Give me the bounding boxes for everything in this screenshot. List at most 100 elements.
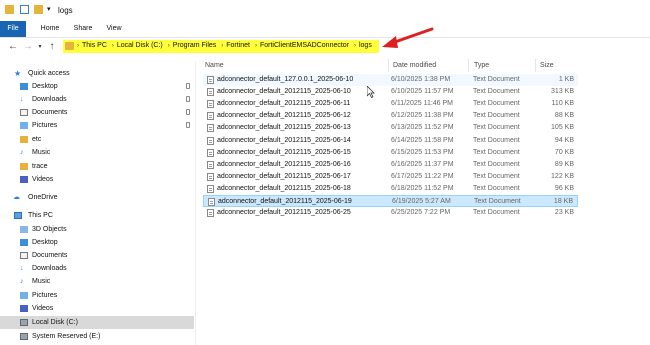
- sidebar-item-label: Desktop: [32, 239, 58, 246]
- documents-icon: [20, 252, 28, 259]
- file-row[interactable]: adconnector_default_2012115_2025-06-17 6/…: [203, 171, 578, 183]
- column-divider[interactable]: [388, 59, 389, 72]
- music-icon: ♪: [20, 278, 24, 285]
- checkbox-icon[interactable]: [20, 5, 29, 14]
- text-file-icon: [207, 148, 214, 157]
- crumb-fortinet[interactable]: Fortinet: [226, 42, 250, 49]
- sidebar-item-videos[interactable]: Videos: [0, 173, 194, 186]
- recent-dropdown-icon[interactable]: ▾: [34, 41, 46, 53]
- text-file-icon: [207, 160, 214, 169]
- tab-file[interactable]: File: [0, 21, 26, 37]
- up-arrow-icon[interactable]: ↑: [46, 41, 58, 53]
- file-date: 6/15/2025 11:53 PM: [391, 148, 454, 156]
- crumb-forticlient[interactable]: FortiClientEMSADConnector: [260, 42, 349, 49]
- file-row[interactable]: adconnector_default_2012115_2025-06-19 6/…: [203, 195, 578, 207]
- documents-icon: [20, 109, 28, 116]
- crumb-local-disk[interactable]: Local Disk (C:): [117, 42, 163, 49]
- desktop-icon: [20, 239, 28, 246]
- drive-icon: [20, 319, 28, 326]
- sidebar-item-documents[interactable]: Documents: [0, 106, 194, 119]
- sidebar-item-label: etc: [32, 136, 42, 143]
- file-row[interactable]: adconnector_default_2012115_2025-06-16 6/…: [203, 159, 578, 171]
- file-row[interactable]: adconnector_default_2012115_2025-06-15 6/…: [203, 147, 578, 159]
- file-name: adconnector_default_127.0.0.1_2025-06-10: [217, 76, 354, 83]
- pin-icon[interactable]: [186, 109, 190, 115]
- text-file-icon: [208, 198, 215, 206]
- folder-icon: [20, 163, 28, 170]
- folder-icon: [65, 42, 74, 50]
- sidebar-item-label: Pictures: [32, 292, 58, 299]
- star-icon: ★: [14, 69, 22, 78]
- column-divider[interactable]: [468, 59, 469, 72]
- sidebar-item-downloads[interactable]: ↓ Downloads: [0, 93, 194, 106]
- file-row[interactable]: adconnector_default_2012115_2025-06-14 6/…: [203, 135, 578, 147]
- file-type: Text Document: [473, 172, 520, 180]
- column-divider[interactable]: [535, 59, 536, 72]
- computer-icon: [14, 212, 22, 219]
- tab-view[interactable]: View: [103, 21, 125, 37]
- navigation-pane: ★ Quick access Desktop ↓ Downloads Docum…: [0, 62, 196, 345]
- crumb-this-pc[interactable]: This PC: [82, 42, 107, 49]
- file-row[interactable]: adconnector_default_2012115_2025-06-12 6/…: [203, 110, 578, 122]
- file-size: 89 KB: [554, 160, 574, 168]
- file-row[interactable]: adconnector_default_2012115_2025-06-11 6/…: [203, 98, 578, 110]
- crumb-program-files[interactable]: Program Files: [173, 42, 217, 49]
- forward-arrow-icon[interactable]: →: [22, 41, 34, 53]
- file-name: adconnector_default_2012115_2025-06-25: [217, 209, 351, 217]
- file-date: 6/17/2025 11:22 PM: [391, 172, 454, 180]
- text-file-icon: [207, 100, 214, 109]
- column-header-type[interactable]: Type: [474, 59, 489, 72]
- text-file-icon: [207, 209, 214, 218]
- sidebar-item-etc[interactable]: etc: [0, 133, 194, 146]
- column-header-size[interactable]: Size: [540, 59, 554, 72]
- sidebar-item-pc-documents[interactable]: Documents: [0, 249, 194, 262]
- pin-icon[interactable]: [186, 83, 190, 89]
- text-file-icon: [207, 184, 214, 193]
- sidebar-item-music[interactable]: ♪ Music: [0, 146, 194, 159]
- title-bar: ▾ logs: [0, 0, 650, 21]
- sidebar-item-this-pc[interactable]: This PC: [0, 209, 194, 222]
- sidebar-item-local-disk[interactable]: Local Disk (C:): [0, 316, 194, 329]
- sidebar-item-onedrive[interactable]: ☁ OneDrive: [0, 191, 194, 204]
- sidebar-item-pc-music[interactable]: ♪ Music: [0, 275, 194, 288]
- dropdown-icon[interactable]: ▾: [47, 5, 51, 13]
- file-size: 122 KB: [551, 172, 574, 180]
- back-arrow-icon[interactable]: ←: [7, 41, 19, 53]
- address-bar[interactable]: › This PC › Local Disk (C:) › Program Files…: [63, 40, 379, 53]
- breadcrumb: › This PC › Local Disk (C:) › Program Files…: [77, 42, 375, 49]
- sidebar-item-pictures[interactable]: Pictures: [0, 119, 194, 132]
- column-header-name[interactable]: Name: [205, 59, 224, 72]
- sidebar-item-pc-videos[interactable]: Videos: [0, 302, 194, 315]
- sidebar-item-label: Documents: [32, 109, 68, 116]
- pin-icon[interactable]: [186, 96, 190, 102]
- tab-share[interactable]: Share: [71, 21, 95, 37]
- sidebar-item-pc-downloads[interactable]: ↓ Downloads: [0, 262, 194, 275]
- file-row[interactable]: adconnector_default_2012115_2025-06-13 6/…: [203, 122, 578, 134]
- file-type: Text Document: [473, 184, 520, 192]
- sidebar-item-trace[interactable]: trace: [0, 160, 194, 173]
- text-file-icon: [207, 136, 214, 145]
- chevron-right-icon: ›: [353, 43, 356, 49]
- file-row[interactable]: adconnector_default_127.0.0.1_2025-06-10…: [203, 74, 578, 86]
- sidebar-item-desktop[interactable]: Desktop: [0, 80, 194, 93]
- sidebar-item-quick-access[interactable]: ★ Quick access: [0, 67, 194, 80]
- file-date: 6/11/2025 11:46 PM: [391, 100, 454, 108]
- sidebar-item-pc-pictures[interactable]: Pictures: [0, 289, 194, 302]
- column-header-date[interactable]: Date modified: [393, 59, 436, 72]
- pin-icon[interactable]: [186, 122, 190, 128]
- file-size: 105 KB: [551, 124, 574, 132]
- file-type: Text Document: [473, 88, 520, 96]
- tab-home[interactable]: Home: [38, 21, 62, 37]
- file-row[interactable]: adconnector_default_2012115_2025-06-18 6/…: [203, 183, 578, 195]
- sidebar-item-system-reserved[interactable]: System Reserved (E:): [0, 330, 194, 343]
- sidebar-item-label: Downloads: [32, 96, 67, 103]
- drive-icon: [20, 333, 28, 340]
- sidebar-item-3d-objects[interactable]: 3D Objects: [0, 223, 194, 236]
- file-size: 96 KB: [554, 184, 574, 192]
- file-row[interactable]: adconnector_default_2012115_2025-06-25 6/…: [203, 207, 578, 219]
- folder-icon[interactable]: [34, 5, 43, 14]
- file-row[interactable]: adconnector_default_2012115_2025-06-10 6/…: [203, 86, 578, 98]
- crumb-logs[interactable]: logs: [359, 42, 372, 49]
- text-file-icon: [207, 124, 214, 133]
- sidebar-item-pc-desktop[interactable]: Desktop: [0, 236, 194, 249]
